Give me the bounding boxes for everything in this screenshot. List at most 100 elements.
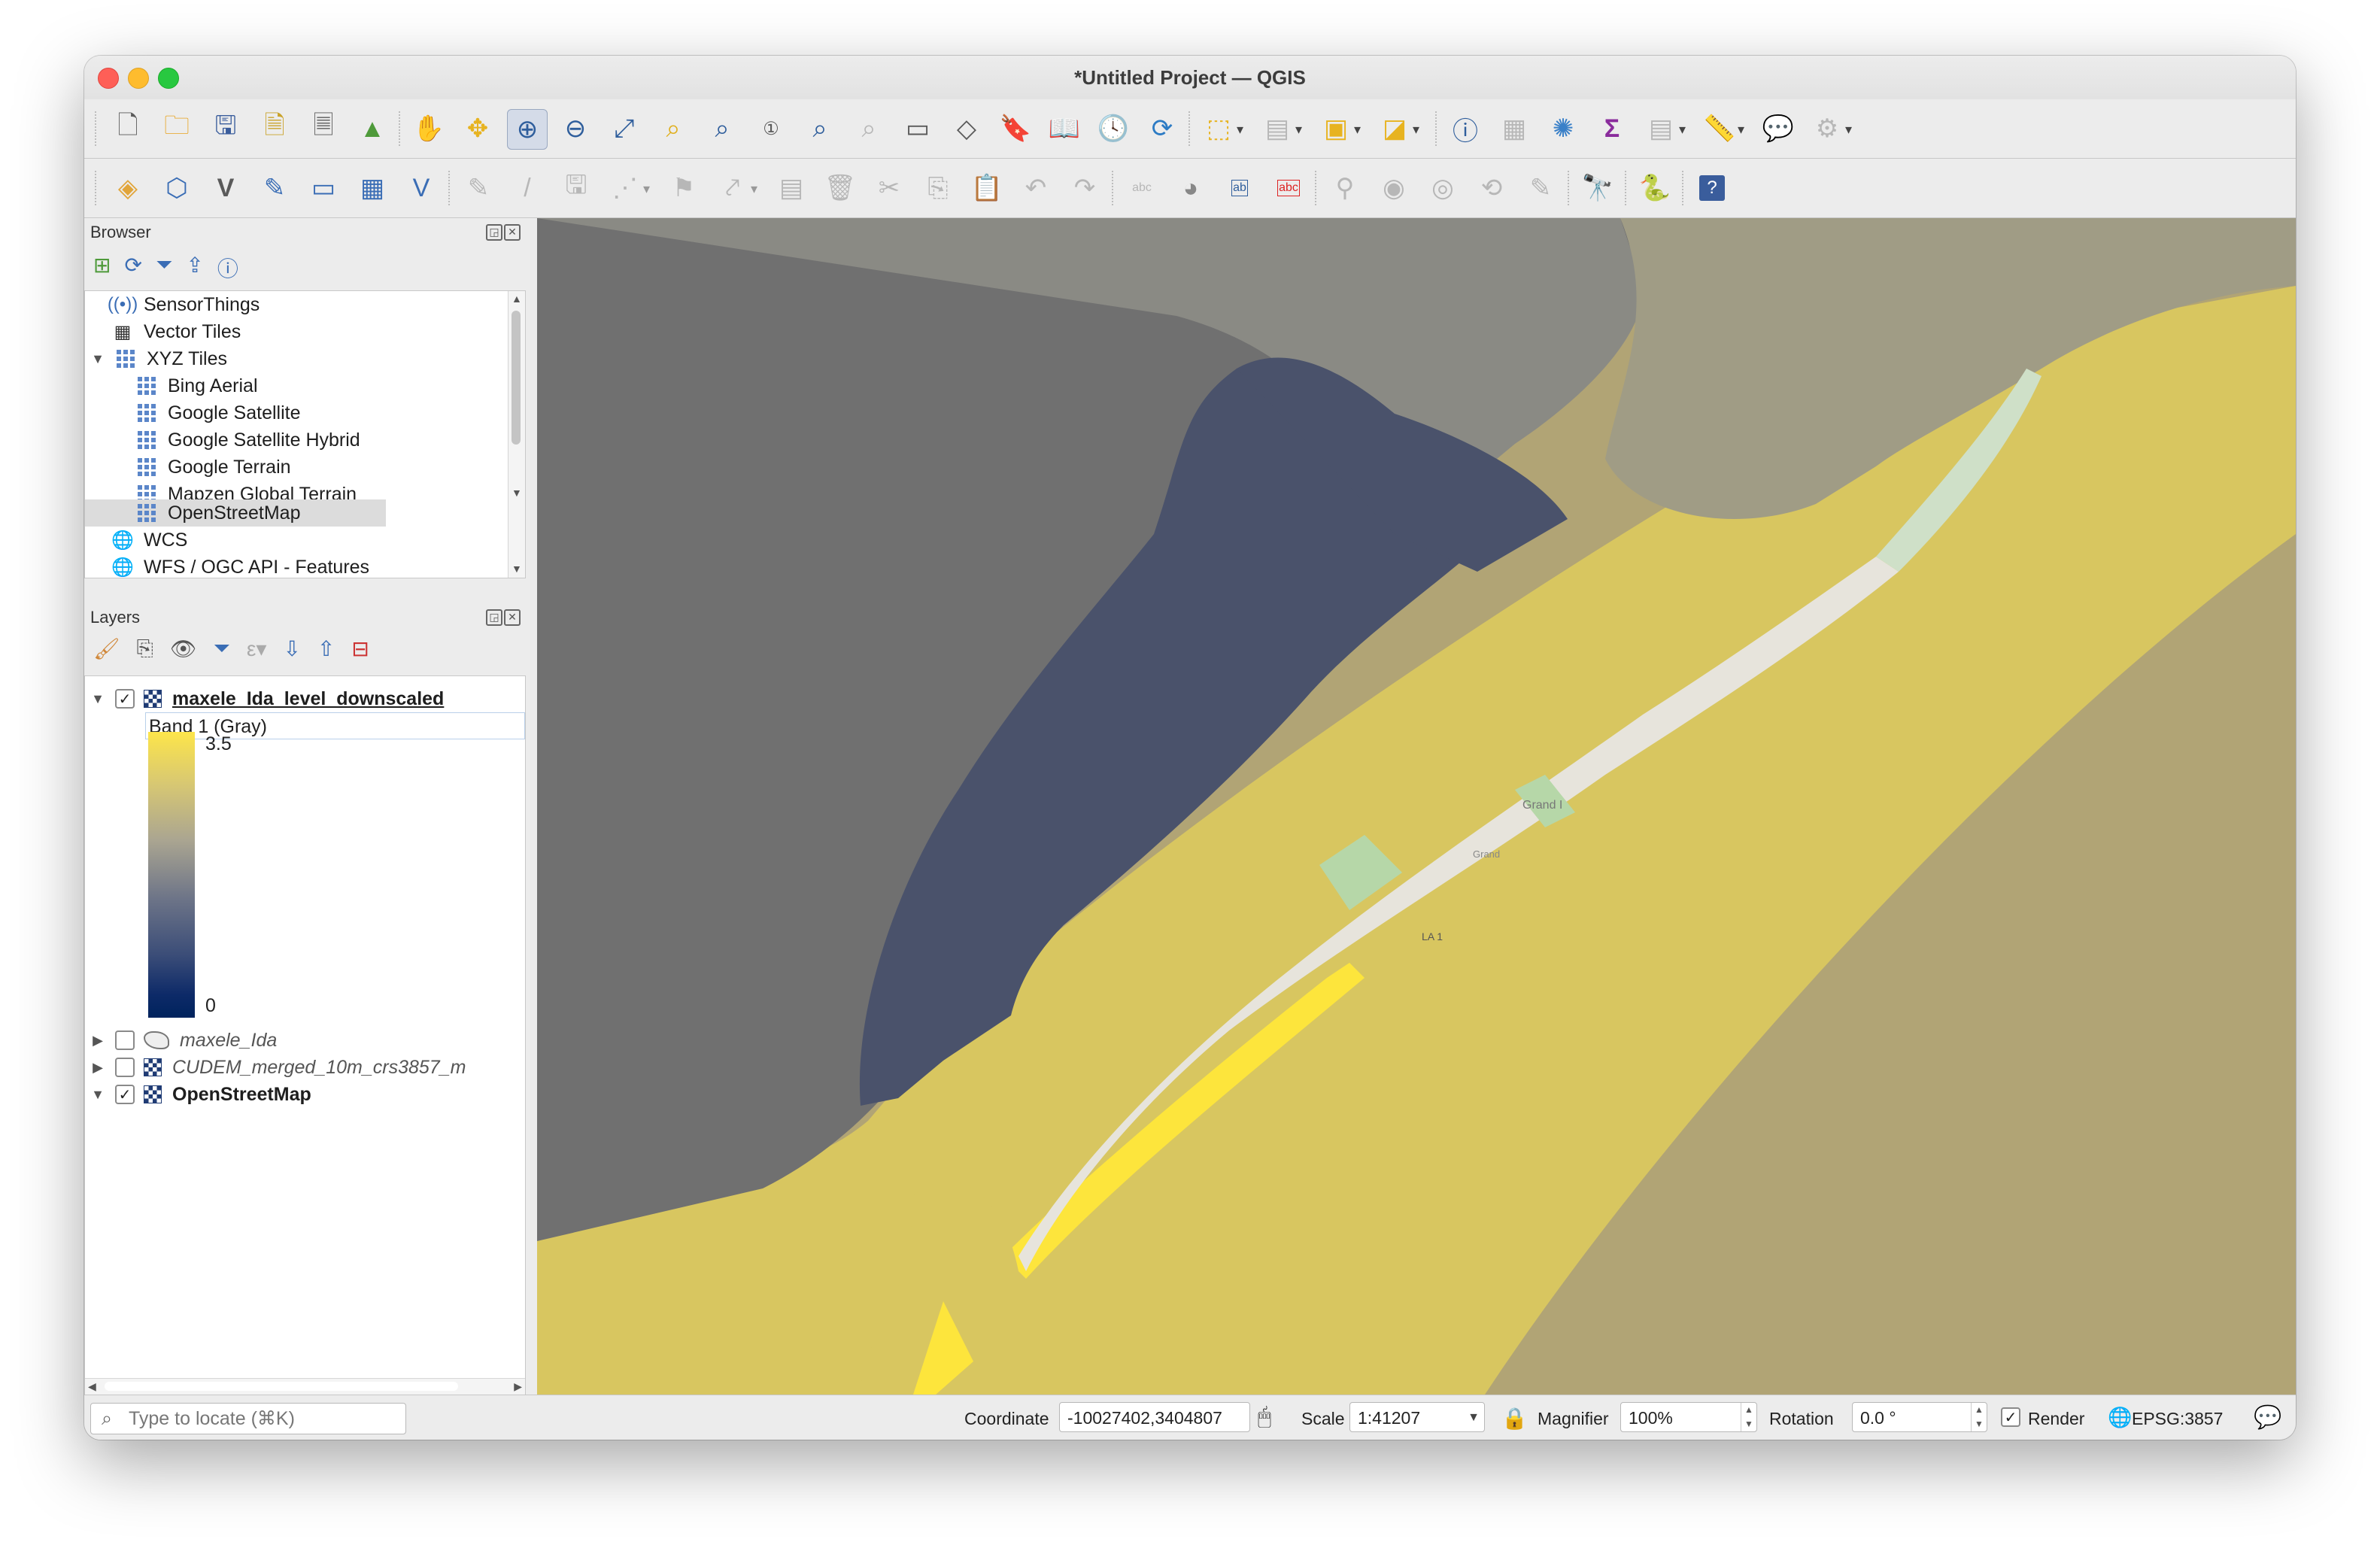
modify-attributes-icon[interactable]: ⤤ [713, 168, 752, 208]
rotate-label-icon[interactable]: ◎ [1423, 168, 1462, 208]
crs-globe-icon[interactable]: 🌐 [2108, 1406, 2132, 1429]
cut-icon[interactable]: 🗑 [821, 168, 860, 208]
measure-icon[interactable]: 📏 [1700, 109, 1739, 148]
pan-to-selection-icon[interactable]: ✥ [458, 109, 497, 148]
save-edits-icon[interactable]: 🖫 [557, 168, 596, 208]
pin-label-icon[interactable]: abc [1269, 168, 1308, 208]
zoom-full-icon[interactable]: ⤢ [605, 109, 644, 148]
properties-icon[interactable]: ⓘ [217, 253, 238, 283]
save-as-icon[interactable]: 🗎 [255, 109, 294, 148]
zoom-to-layer-icon[interactable]: ⌕ [703, 109, 742, 148]
browser-scrollbar[interactable]: ▲ ▼ [508, 291, 525, 500]
sum-statistics-icon[interactable]: Σ [1592, 109, 1632, 148]
zoom-next-icon[interactable]: ⌕ [849, 109, 888, 148]
label-pin-icon[interactable]: ◕ [1171, 168, 1210, 208]
layer-visibility-checkbox[interactable] [115, 1030, 135, 1050]
browser-item-wcs[interactable]: 🌐 WCS [111, 527, 187, 554]
toolbar-handle[interactable] [95, 111, 98, 146]
save-project-icon[interactable]: 🖫 [206, 109, 245, 148]
select-by-expression-icon[interactable]: ▣ [1316, 109, 1355, 148]
paste-icon[interactable]: ⎘ [918, 168, 958, 208]
expand-all-icon[interactable]: ⇩ [283, 636, 300, 661]
messages-icon[interactable]: 💬 [2254, 1404, 2281, 1431]
add-wms-icon[interactable]: ▭ [304, 168, 343, 208]
style-manager-icon[interactable]: ▲ [353, 109, 392, 148]
temporal-controller-icon[interactable]: 🕓 [1094, 109, 1133, 148]
float-panel-icon[interactable]: ◲ [486, 609, 502, 626]
toolbar-handle[interactable] [95, 171, 98, 205]
browser-item-google-satellite-hybrid[interactable]: Google Satellite Hybrid [136, 426, 360, 454]
browser-item-google-terrain[interactable]: Google Terrain [136, 454, 291, 481]
annotation-icon[interactable]: ⚙ [1808, 109, 1847, 148]
layer-visibility-checkbox[interactable]: ✓ [115, 1085, 135, 1104]
add-wfs-icon[interactable]: V [402, 168, 441, 208]
show-bookmarks-icon[interactable]: 📖 [1045, 109, 1084, 148]
refresh-icon[interactable]: ⟳ [124, 253, 141, 283]
open-project-icon[interactable]: 🗀 [157, 109, 196, 148]
browser-item-openstreetmap[interactable]: OpenStreetMap [85, 499, 386, 527]
zoom-last-icon[interactable]: ⌕ [800, 109, 839, 148]
copy-icon[interactable]: ✂ [870, 168, 909, 208]
undo-icon[interactable]: 📋 [967, 168, 1006, 208]
add-wcs-icon[interactable]: ▦ [353, 168, 392, 208]
collapse-all-icon[interactable]: ⇧ [317, 636, 335, 661]
band-label-row[interactable]: Band 1 (Gray) [145, 712, 525, 739]
diagram-icon[interactable]: abc [1122, 168, 1161, 208]
visibility-eye-icon[interactable]: 👁 [170, 636, 197, 661]
magnifier-spinbox[interactable]: 100% ▲ ▼ [1620, 1402, 1757, 1432]
browser-item-vector-tiles[interactable]: ▦ Vector Tiles [112, 318, 241, 345]
browser-item-bing-aerial[interactable]: Bing Aerial [136, 372, 258, 399]
new-3d-view-icon[interactable]: ◇ [947, 109, 986, 148]
new-project-icon[interactable]: 🗋 [108, 109, 147, 148]
osm-plugin-icon[interactable]: 🔭 [1578, 168, 1617, 208]
select-feature-icon[interactable]: ⬚ [1199, 109, 1238, 148]
browser-item-xyz-tiles[interactable]: ▼ XYZ Tiles [88, 345, 227, 372]
zoom-native-icon[interactable]: ① [751, 109, 791, 148]
layer-visibility-checkbox[interactable] [115, 1058, 135, 1077]
expand-arrow-icon[interactable]: ▶ [88, 1033, 108, 1049]
bookmark-icon[interactable]: 🔖 [996, 109, 1035, 148]
filter-icon[interactable]: ⏷ [156, 253, 172, 283]
close-panel-icon[interactable]: ✕ [504, 224, 521, 241]
move-label-icon[interactable]: ◉ [1374, 168, 1413, 208]
layer-item-maxele-ida[interactable]: ▶ maxele_Ida [88, 1027, 277, 1054]
browser-item-wfs[interactable]: 🌐 WFS / OGC API - Features [111, 554, 369, 578]
expand-arrow-icon[interactable]: ▼ [88, 691, 108, 707]
layer-item-maxele-ida-level-downscaled[interactable]: ▼ ✓ maxele_Ida_level_downscaled [88, 685, 444, 712]
layer-visibility-checkbox[interactable]: ✓ [115, 689, 135, 709]
browser-item-google-satellite[interactable]: Google Satellite [136, 399, 301, 426]
layers-tree[interactable]: ▼ ✓ maxele_Ida_level_downscaled Band 1 (… [84, 675, 526, 1396]
layer-item-openstreetmap[interactable]: ▼ ✓ OpenStreetMap [88, 1081, 311, 1108]
delete-icon[interactable]: ▤ [772, 168, 811, 208]
select-by-location-icon[interactable]: ◪ [1375, 109, 1414, 148]
field-calc-icon[interactable]: ▤ [1641, 109, 1680, 148]
style-brush-icon[interactable]: 🖌 [93, 636, 120, 661]
help-icon[interactable]: ? [1692, 168, 1732, 208]
label-tool-icon[interactable]: ↷ [1065, 168, 1104, 208]
attribute-table-icon[interactable]: ▦ [1495, 109, 1534, 148]
add-raster-icon[interactable]: ⬡ [157, 168, 196, 208]
rotation-spinbox[interactable]: 0.0 ° ▲ ▼ [1852, 1402, 1987, 1432]
map-canvas[interactable]: Grand I LA 1 Grand [537, 218, 2296, 1395]
zoom-out-icon[interactable]: ⊖ [556, 109, 595, 148]
layer-item-cudem-merged[interactable]: ▶ CUDEM_merged_10m_crs3857_m [88, 1054, 524, 1081]
remove-layer-icon[interactable]: ⊟ [351, 636, 369, 661]
add-mesh-icon[interactable]: ✎ [255, 168, 294, 208]
change-label-icon[interactable]: ⟲ [1472, 168, 1511, 208]
render-checkbox[interactable]: ✓ [2001, 1407, 2020, 1427]
identify-icon[interactable]: ⓘ [1446, 109, 1485, 148]
expression-filter-icon[interactable]: ε▾ [247, 636, 267, 661]
crs-button[interactable]: EPSG:3857 [2132, 1409, 2223, 1429]
edit-pencil-icon[interactable]: / [508, 168, 547, 208]
python-icon[interactable]: 🐍 [1635, 168, 1674, 208]
expand-arrow-icon[interactable]: ▼ [88, 351, 108, 367]
filter-legend-icon[interactable]: ⏷ [214, 636, 230, 661]
coordinate-input[interactable]: -10027402,3404807 [1059, 1402, 1250, 1432]
pan-icon[interactable]: ✋ [409, 109, 448, 148]
expand-arrow-icon[interactable]: ▶ [88, 1060, 108, 1076]
digitize-icon[interactable]: ✎ [459, 168, 498, 208]
browser-tree[interactable]: ((•)) SensorThings ▦ Vector Tiles ▼ XYZ … [84, 290, 526, 501]
close-panel-icon[interactable]: ✕ [504, 609, 521, 626]
scale-combo[interactable]: 1:41207 ▼ [1349, 1402, 1485, 1432]
deselect-icon[interactable]: ▤ [1258, 109, 1297, 148]
